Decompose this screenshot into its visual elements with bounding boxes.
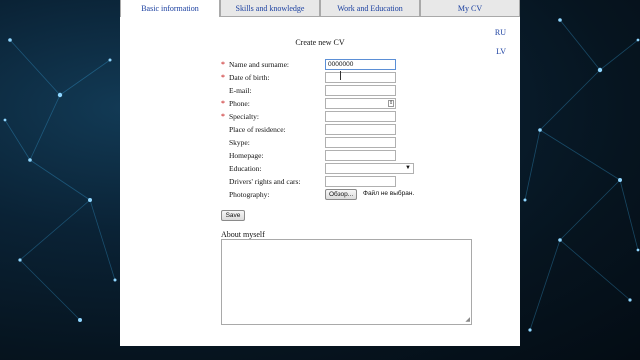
tab-basic-information[interactable]: Basic information [120,0,220,17]
field-label: Drivers' rights and cars: [229,177,301,186]
form-row-email: E-mail: [221,85,421,98]
drivers-rights-input[interactable] [325,176,396,187]
form-row-photography: Photography: Обзор... Файл не выбран. [221,189,421,202]
about-myself-textarea[interactable]: ◢ [221,239,472,325]
form-row-dob: * Date of birth: [221,72,421,85]
required-marker: * [221,99,225,108]
form-row-phone: * Phone: ⇕ [221,98,421,111]
browse-file-button[interactable]: Обзор... [325,189,358,200]
field-label: Homepage: [229,151,264,160]
field-label: Specialty: [229,112,259,121]
field-label: Phone: [229,99,250,108]
field-label: Photography: [229,190,270,199]
field-label: Education: [229,164,262,173]
required-marker: * [221,60,225,69]
language-link-ru[interactable]: RU [495,28,506,37]
language-link-lv[interactable]: LV [496,47,506,56]
tab-my-cv[interactable]: My CV [420,0,520,17]
tab-work-and-education[interactable]: Work and Education [320,0,420,17]
resize-handle-icon[interactable]: ◢ [465,316,470,323]
skype-input[interactable] [325,137,396,148]
field-label: Date of birth: [229,73,270,82]
dropdown-arrow-icon: ▼ [405,165,411,171]
place-of-residence-input[interactable] [325,124,396,135]
tab-skills-and-knowledge[interactable]: Skills and knowledge [220,0,320,17]
date-of-birth-input[interactable] [325,72,396,83]
name-surname-input[interactable]: 0000000 [325,59,396,70]
required-marker: * [221,112,225,121]
form-row-education: Education: ▼ [221,163,421,176]
email-input[interactable] [325,85,396,96]
form-row-residence: Place of residence: [221,124,421,137]
phone-input[interactable]: ⇕ [325,98,396,109]
form-row-specialty: * Specialty: [221,111,421,124]
save-button[interactable]: Save [221,210,245,221]
about-myself-label: About myself [221,230,265,239]
specialty-input[interactable] [325,111,396,122]
field-label: Skype: [229,138,250,147]
text-cursor-icon [340,71,345,80]
form-row-name: * Name and surname: 0000000 [221,59,421,72]
spinner-icon[interactable]: ⇕ [388,100,394,107]
homepage-input[interactable] [325,150,396,161]
field-label: Name and surname: [229,60,289,69]
cv-form: * Name and surname: 0000000 * Date of bi… [221,59,421,202]
page-title: Create new CV [295,38,345,47]
form-row-drivers: Drivers' rights and cars: [221,176,421,189]
tab-bar: Basic information Skills and knowledge W… [120,0,520,17]
required-marker: * [221,73,225,82]
file-status-text: Файл не выбран. [363,190,415,197]
form-row-homepage: Homepage: [221,150,421,163]
field-label: Place of residence: [229,125,286,134]
form-row-skype: Skype: [221,137,421,150]
field-label: E-mail: [229,86,252,95]
education-select[interactable]: ▼ [325,163,414,174]
cv-page: Basic information Skills and knowledge W… [120,0,520,346]
